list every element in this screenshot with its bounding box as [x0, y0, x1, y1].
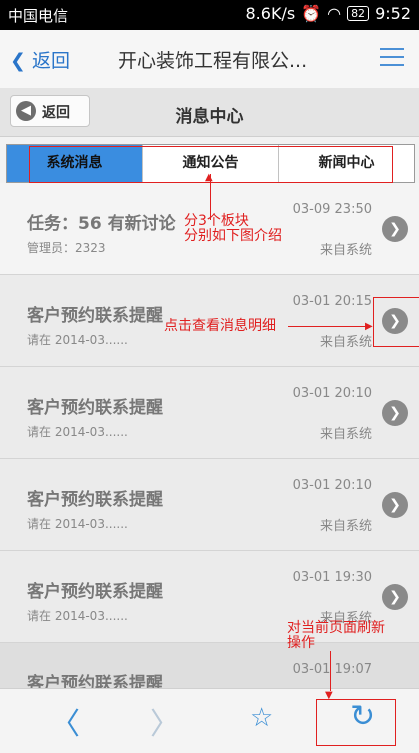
message-time: 03-01 20:10 [292, 478, 372, 493]
wifi-icon: ◠ [327, 4, 342, 23]
list-item[interactable]: 客户预约联系提醒 请在 2014-03...... 03-01 20:10 来自… [0, 459, 419, 551]
message-title: 客户预约联系提醒 [27, 306, 163, 326]
refresh-highlight-box [316, 699, 396, 746]
nav-bar: ❮ 返回 开心装饰工程有限公... [0, 30, 419, 89]
alarm-icon: ⏰ [301, 4, 322, 23]
refresh-note-line [330, 651, 331, 691]
chevron-right-icon[interactable]: ❯ [382, 492, 408, 518]
nav-title: 开心装饰工程有限公... [118, 50, 308, 72]
bookmark-star-icon[interactable]: ☆ [250, 703, 273, 733]
chevron-left-icon: ❮ [10, 50, 26, 72]
message-time: 03-01 20:15 [292, 294, 372, 309]
page-title: 消息中心 [175, 107, 244, 127]
network-speed: 8.6K/s [245, 4, 296, 23]
chevron-right-icon[interactable]: ❯ [382, 584, 408, 610]
message-time: 03-09 23:50 [292, 202, 372, 217]
message-title: 任务：56 有新讨论 [27, 214, 176, 234]
message-source: 来自系统 [319, 519, 372, 534]
message-subtitle: 请在 2014-03...... [27, 333, 128, 347]
list-item[interactable]: 客户预约联系提醒 请在 2014-03...... 03-01 20:10 来自… [0, 367, 419, 459]
chevron-right-icon[interactable]: ❯ [382, 216, 408, 242]
message-source: 来自系统 [319, 243, 372, 258]
nav-back-label: 返回 [31, 50, 70, 72]
status-right: 8.6K/s ⏰ ◠ 82 9:52 [246, 4, 412, 23]
message-source: 来自系统 [319, 427, 372, 442]
message-subtitle: 请在 2014-03...... [27, 517, 128, 531]
arrow-right-icon: ▶ [365, 321, 373, 332]
message-time: 03-01 19:07 [292, 662, 372, 677]
message-subtitle: 请在 2014-03...... [27, 425, 128, 439]
refresh-note-line2: 操作 [287, 635, 315, 651]
message-subtitle: 请在 2014-03...... [27, 609, 128, 623]
arrow-up-icon: ▲ [205, 172, 213, 183]
message-time: 03-01 20:10 [292, 386, 372, 401]
message-title: 客户预约联系提醒 [27, 582, 163, 602]
back-nav-icon[interactable]: 〈 [50, 699, 80, 743]
tabs-note-line1: 分3个板块 [184, 213, 249, 229]
chevron-right-icon[interactable]: ❯ [382, 400, 408, 426]
detail-note: 点击查看消息明细 [164, 318, 276, 334]
forward-nav-icon[interactable]: 〉 [150, 699, 180, 743]
page-header: ◀ 返回 消息中心 [0, 88, 419, 137]
clock: 9:52 [375, 4, 411, 23]
detail-note-line [288, 326, 368, 327]
status-bar: 中国电信 8.6K/s ⏰ ◠ 82 9:52 [0, 0, 419, 30]
message-title: 客户预约联系提醒 [27, 398, 163, 418]
refresh-note-line1: 对当前页面刷新 [287, 620, 385, 636]
message-title: 客户预约联系提醒 [27, 490, 163, 510]
battery-indicator: 82 [347, 6, 370, 21]
detail-highlight-box [373, 297, 419, 347]
message-subtitle: 管理员：2323 [27, 241, 106, 255]
carrier-label: 中国电信 [8, 7, 69, 25]
nav-back-button[interactable]: ❮ 返回 [10, 46, 70, 73]
list-menu-icon[interactable] [380, 48, 404, 72]
message-time: 03-01 19:30 [292, 570, 372, 585]
tabs-note-line2: 分别如下图介绍 [184, 228, 282, 244]
